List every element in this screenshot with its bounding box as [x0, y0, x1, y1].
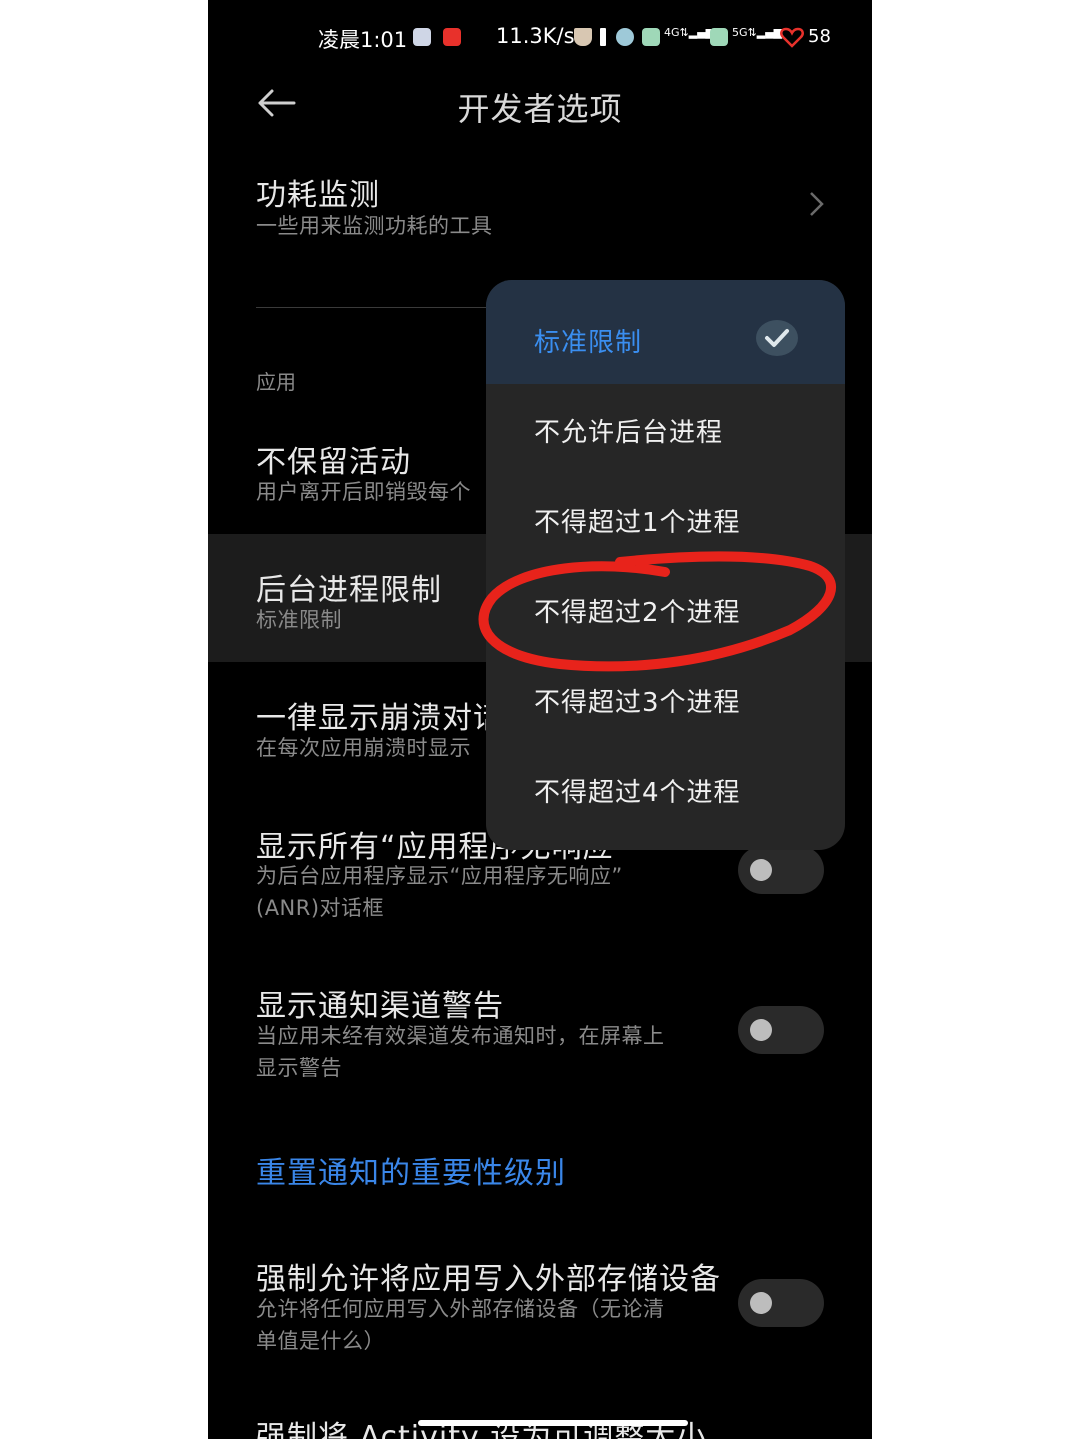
dropdown-option-standard[interactable]: 标准限制: [486, 280, 845, 384]
process-limit-dropdown: 标准限制 不允许后台进程 不得超过1个进程 不得超过2个进程 不得超过3个进程 …: [486, 280, 845, 850]
status-time: 凌晨1:01: [318, 28, 408, 52]
network-speed: 11.3K/s: [496, 24, 575, 48]
option-label: 不得超过4个进程: [534, 778, 741, 808]
battery-level: 58: [808, 26, 831, 47]
toggle-knob: [750, 859, 772, 881]
phone-screen: 凌晨1:01 11.3K/s 4G⇅▂▄▆ 5G⇅▂▄▆ 58 开发者选项 功耗…: [208, 0, 872, 1439]
check-mark: [765, 329, 789, 347]
show-all-anrs-toggle[interactable]: [738, 846, 824, 894]
notification-channel-warnings-toggle[interactable]: [738, 1006, 824, 1054]
option-label: 标准限制: [534, 328, 643, 358]
bar-icon: [600, 28, 606, 46]
option-label: 不允许后台进程: [534, 418, 724, 448]
row-subtitle-line: 为后台应用程序显示“应用程序无响应”: [256, 864, 623, 888]
heart-battery-icon: [780, 27, 804, 48]
app-notification-icon: [413, 28, 431, 46]
force-external-storage-toggle[interactable]: [738, 1279, 824, 1327]
option-label: 不得超过3个进程: [534, 688, 741, 718]
row-subtitle-line: (ANR)对话框: [256, 896, 385, 920]
row-subtitle: 用户离开后即销毁每个: [256, 480, 471, 504]
dropdown-option-max-3[interactable]: 不得超过3个进程: [486, 654, 845, 744]
row-title: 显示通知渠道警告: [256, 989, 504, 1024]
row-title: 不保留活动: [256, 445, 411, 480]
reset-notification-importance-link[interactable]: 重置通知的重要性级别: [256, 1148, 566, 1192]
page-title: 开发者选项: [457, 90, 623, 128]
row-subtitle: 在每次应用崩溃时显示: [256, 736, 471, 760]
row-title: 后台进程限制: [256, 573, 442, 608]
dropdown-option-max-4[interactable]: 不得超过4个进程: [486, 744, 845, 834]
dropdown-option-max-2[interactable]: 不得超过2个进程: [486, 564, 845, 654]
hd-icon: [710, 28, 728, 46]
row-title: 强制允许将应用写入外部存储设备: [256, 1262, 721, 1297]
row-subtitle: 标准限制: [256, 608, 342, 632]
status-bar: 凌晨1:01 11.3K/s 4G⇅▂▄▆ 5G⇅▂▄▆ 58: [208, 22, 872, 56]
row-subtitle-line: 单值是什么）: [256, 1329, 385, 1353]
toggle-knob: [750, 1019, 772, 1041]
signal-4g-icon: 4G⇅▂▄▆: [664, 26, 715, 39]
row-title: 一律显示崩溃对话: [256, 701, 504, 736]
section-label: 应用: [256, 370, 296, 394]
row-subtitle-line: 当应用未经有效渠道发布通知时，在屏幕上: [256, 1024, 665, 1048]
dropdown-option-no-background[interactable]: 不允许后台进程: [486, 384, 845, 474]
signal-5g-icon: 5G⇅▂▄▆: [732, 26, 783, 39]
dropdown-option-max-1[interactable]: 不得超过1个进程: [486, 474, 845, 564]
hd-icon: [642, 28, 660, 46]
globe-icon: [616, 28, 634, 46]
row-title: 功耗监测: [256, 178, 380, 213]
row-subtitle: 一些用来监测功耗的工具: [256, 214, 493, 238]
row-subtitle-line: 允许将任何应用写入外部存储设备（无论清: [256, 1297, 665, 1321]
home-indicator[interactable]: [418, 1420, 688, 1426]
toggle-knob: [750, 1292, 772, 1314]
chevron-right-icon: [810, 192, 824, 216]
row-subtitle-line: 显示警告: [256, 1056, 342, 1080]
check-icon: [756, 320, 798, 356]
coffee-icon: [574, 28, 592, 46]
option-label: 不得超过1个进程: [534, 508, 741, 538]
app-notification-icon: [443, 28, 461, 46]
option-label: 不得超过2个进程: [534, 598, 741, 628]
